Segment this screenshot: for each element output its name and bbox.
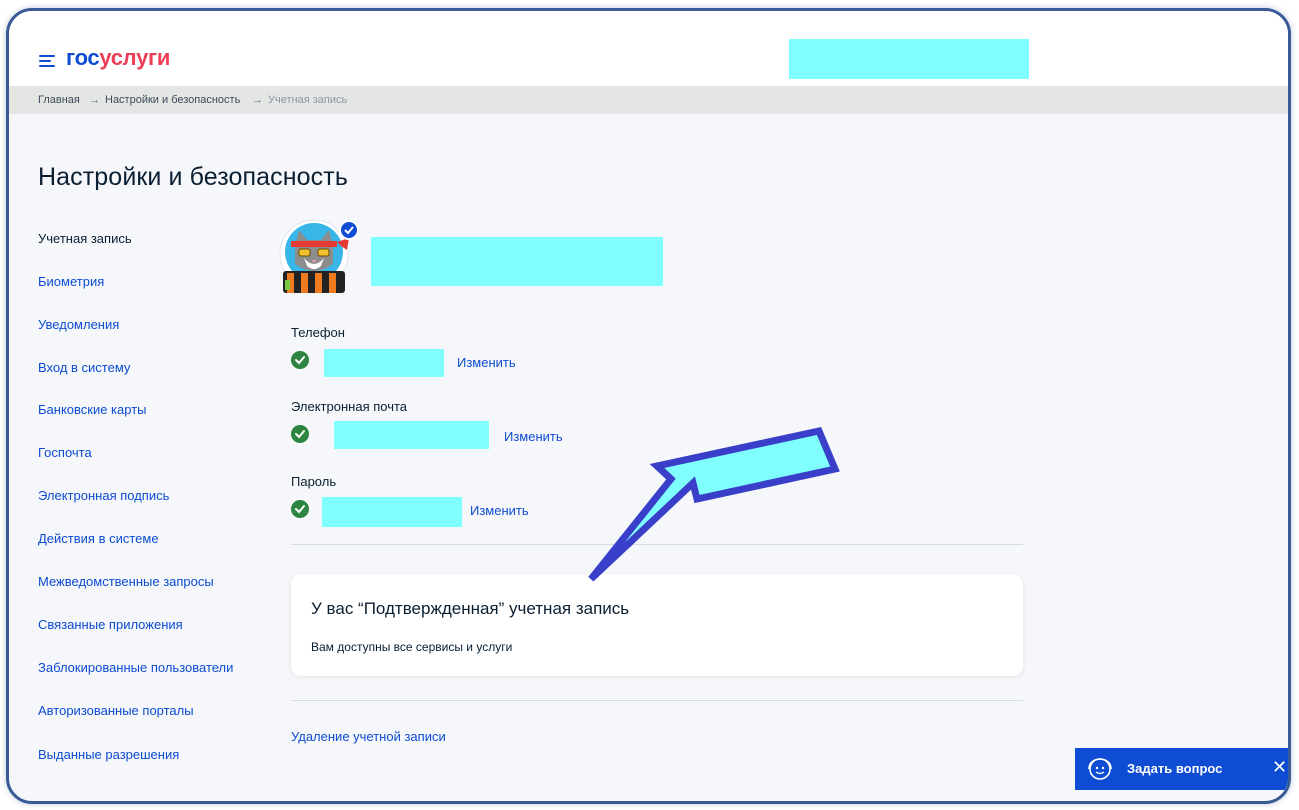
sidebar-item-linked-apps[interactable]: Связанные приложения — [38, 617, 183, 632]
redacted-email — [334, 421, 489, 449]
phone-label: Телефон — [291, 325, 345, 340]
redacted-password — [322, 497, 462, 527]
sidebar-item-gospochta[interactable]: Госпочта — [38, 445, 92, 460]
menu-icon[interactable] — [39, 55, 55, 67]
password-verified-icon — [291, 500, 309, 518]
password-label: Пароль — [291, 474, 337, 489]
account-status-title: У вас “Подтвержденная” учетная запись — [311, 599, 630, 618]
sidebar-item-blocked-users[interactable]: Заблокированные пользователи — [38, 660, 233, 675]
ask-question-label: Задать вопрос — [1127, 761, 1223, 776]
change-phone-link[interactable]: Изменить — [457, 355, 516, 370]
account-status-subtitle: Вам доступны все сервисы и услуги — [311, 640, 513, 654]
ask-question-button[interactable]: Задать вопрос ✕ — [1075, 748, 1288, 790]
redacted-user-info — [789, 39, 1029, 79]
sidebar-item-interagency-requests[interactable]: Межведомственные запросы — [38, 574, 214, 589]
redacted-phone — [324, 349, 444, 377]
email-verified-icon — [291, 425, 309, 443]
sidebar-item-permissions[interactable]: Выданные разрешения — [38, 747, 179, 762]
header: госуслуги — [9, 11, 1288, 86]
divider — [291, 700, 1023, 701]
sidebar-item-authorized-portals[interactable]: Авторизованные порталы — [38, 703, 194, 718]
change-password-link[interactable]: Изменить — [470, 503, 529, 518]
sidebar-item-bank-cards[interactable]: Банковские карты — [38, 402, 147, 417]
page-title: Настройки и безопасность — [38, 163, 348, 191]
change-email-link[interactable]: Изменить — [504, 429, 563, 444]
delete-account-link[interactable]: Удаление учетной записи — [291, 729, 446, 744]
gosuslugi-logo[interactable]: госуслуги — [66, 45, 170, 71]
annotation-arrow-icon — [588, 426, 840, 582]
sidebar-item-e-signature[interactable]: Электронная подпись — [38, 488, 169, 503]
close-icon[interactable]: ✕ — [1272, 757, 1287, 778]
sidebar-item-biometrics[interactable]: Биометрия — [38, 274, 104, 289]
breadcrumb-home[interactable]: Главная — [38, 94, 80, 106]
sidebar-item-account[interactable]: Учетная запись — [38, 231, 132, 246]
breadcrumb-current: Учетная запись — [268, 94, 348, 106]
avatar[interactable] — [277, 216, 359, 298]
email-label: Электронная почта — [291, 399, 408, 414]
app-window: госуслуги Главная → Настройки и безопасн… — [6, 8, 1291, 804]
breadcrumb-arrow-icon: → — [89, 94, 100, 106]
sidebar-item-login[interactable]: Вход в систему — [38, 360, 130, 375]
breadcrumb: Главная → Настройки и безопасность → Уче… — [9, 86, 1288, 114]
breadcrumb-arrow-icon: → — [252, 94, 263, 106]
breadcrumb-settings[interactable]: Настройки и безопасность — [105, 94, 240, 106]
account-status-card: У вас “Подтвержденная” учетная запись Ва… — [291, 574, 1023, 676]
redacted-user-name — [371, 237, 663, 286]
support-agent-icon — [1088, 758, 1112, 780]
sidebar-item-notifications[interactable]: Уведомления — [38, 317, 119, 332]
sidebar-item-actions[interactable]: Действия в системе — [38, 531, 159, 546]
phone-verified-icon — [291, 351, 309, 369]
